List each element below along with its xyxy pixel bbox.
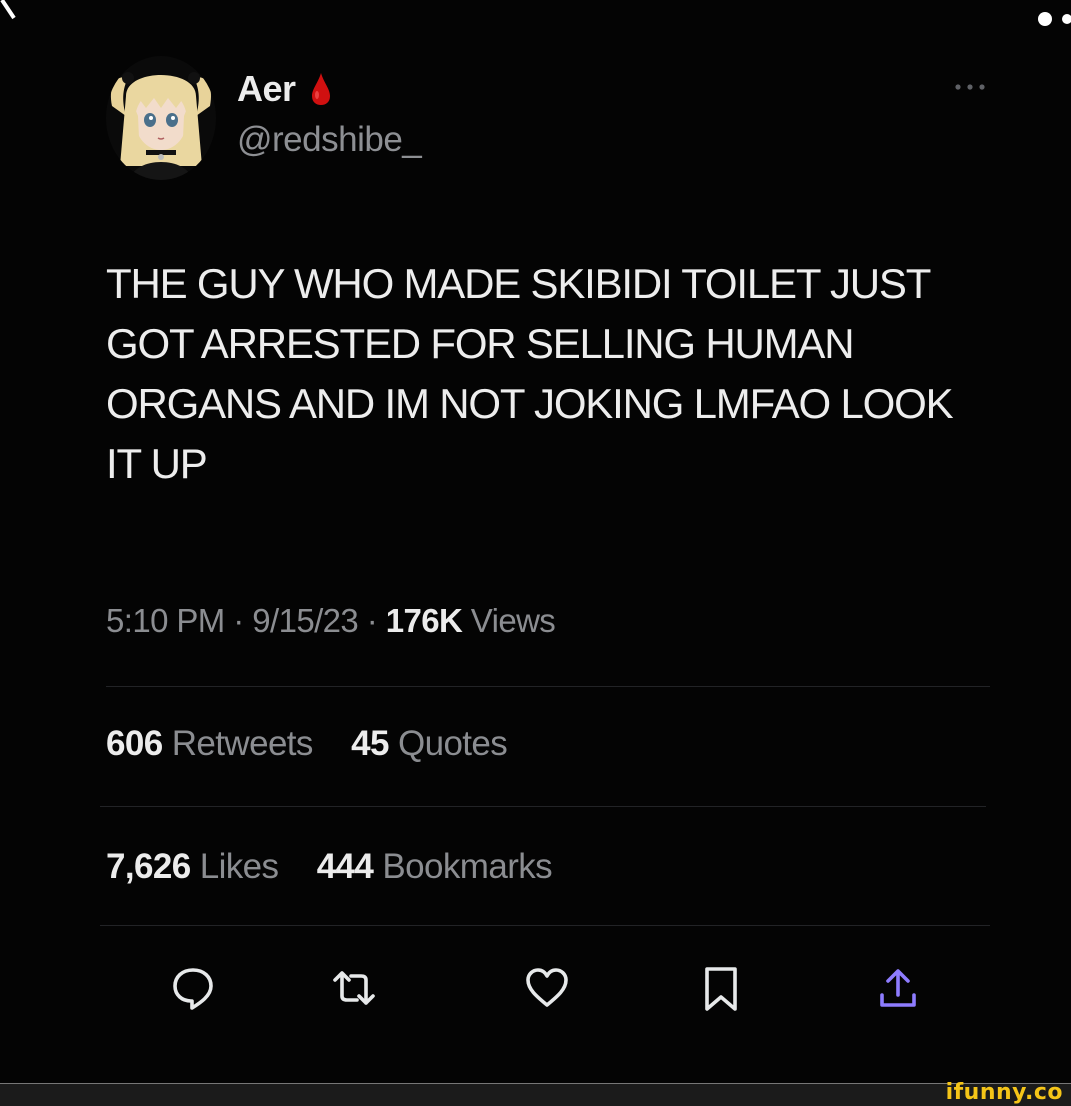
- tweet-text-line: THE GUY WHO MADE SKIBIDI TOILET JUST: [106, 260, 931, 307]
- views-label: Views: [470, 602, 556, 639]
- tweet-text-line: IT UP: [106, 440, 208, 487]
- divider: [100, 806, 986, 807]
- retweets-stat[interactable]: 606 Retweets: [106, 724, 322, 763]
- user-handle[interactable]: @redshibe_: [237, 120, 422, 160]
- corner-mark-icon: [0, 0, 16, 20]
- share-icon: [880, 969, 916, 1007]
- blood-drop-icon: [311, 73, 330, 105]
- meta-separator: ·: [233, 602, 244, 639]
- reply-button[interactable]: [165, 960, 221, 1016]
- divider: [106, 686, 990, 687]
- tweet-screenshot: Aer @redshibe_ THE GUY WHO MADE SKIBIDI …: [0, 0, 1071, 1083]
- quotes-count: 45: [351, 724, 389, 763]
- views-count: 176K: [385, 602, 463, 639]
- avatar[interactable]: [106, 56, 216, 180]
- ifunny-watermark: ifunny.co: [945, 1080, 1063, 1105]
- retweet-button[interactable]: [326, 960, 382, 1016]
- likes-stat[interactable]: 7,626 Likes: [106, 847, 288, 886]
- bookmarks-stat[interactable]: 444 Bookmarks: [316, 847, 553, 886]
- action-bar: [0, 960, 1071, 1020]
- more-options-icon[interactable]: [950, 78, 990, 96]
- bookmarks-label: Bookmarks: [382, 847, 553, 886]
- tweet-text-line: GOT ARRESTED FOR SELLING HUMAN: [106, 320, 855, 367]
- bookmarks-count: 444: [316, 847, 374, 886]
- bottom-bar: [0, 1083, 1071, 1106]
- stats-row-reposts: 606 Retweets 45 Quotes: [106, 724, 508, 764]
- bookmark-button[interactable]: [693, 960, 749, 1016]
- share-button[interactable]: [870, 960, 926, 1016]
- reply-icon: [173, 968, 213, 1010]
- retweet-icon: [333, 971, 375, 1005]
- tweet-meta: 5:10 PM · 9/15/23 · 176K Views: [106, 602, 556, 640]
- tweet-text-line: ORGANS AND IM NOT JOKING LMFAO LOOK: [106, 380, 954, 427]
- display-name-row[interactable]: Aer: [237, 66, 332, 112]
- quotes-label: Quotes: [397, 724, 508, 763]
- divider: [100, 925, 990, 926]
- like-icon: [526, 968, 568, 1007]
- retweets-label: Retweets: [171, 724, 314, 763]
- bookmark-icon: [705, 967, 737, 1011]
- likes-label: Likes: [199, 847, 279, 886]
- stats-row-likes: 7,626 Likes 444 Bookmarks: [106, 847, 553, 887]
- anime-girl-avatar-icon: [106, 56, 216, 180]
- tweet-text: THE GUY WHO MADE SKIBIDI TOILET JUST GOT…: [106, 254, 996, 494]
- tweet-time[interactable]: 5:10 PM: [106, 602, 225, 639]
- meta-separator: ·: [366, 602, 378, 639]
- corner-dots-icon: [1038, 12, 1071, 26]
- tweet-date[interactable]: 9/15/23: [252, 602, 359, 639]
- likes-count: 7,626: [106, 847, 191, 886]
- like-button[interactable]: [519, 960, 575, 1016]
- retweets-count: 606: [106, 724, 163, 763]
- display-name[interactable]: Aer: [237, 68, 296, 110]
- quotes-stat[interactable]: 45 Quotes: [351, 724, 508, 763]
